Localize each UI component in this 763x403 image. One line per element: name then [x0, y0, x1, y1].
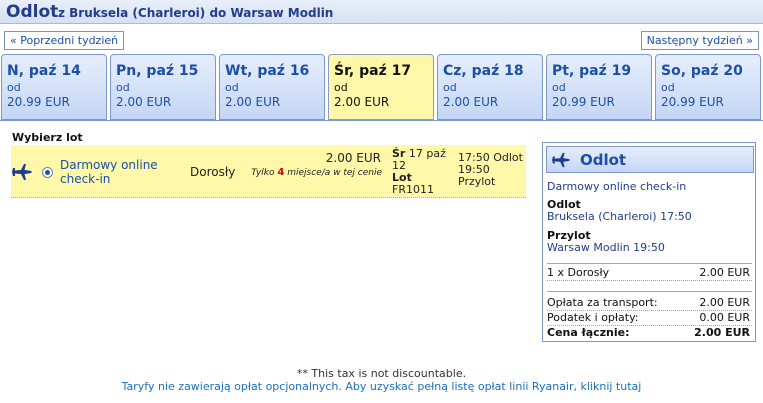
- day-tab-sat-20[interactable]: So, paź 20 od 20.99 EUR: [655, 54, 761, 120]
- summary-passenger-label: 1 x Dorosły: [547, 266, 610, 279]
- fare-type-label[interactable]: Darmowy online check-in: [60, 158, 180, 186]
- day-tab-price: 20.99 EUR: [661, 95, 724, 109]
- flight-row[interactable]: Darmowy online check-in Dorosły 2.00 EUR…: [11, 145, 526, 198]
- day-tab-label: Pn, paź 15: [116, 63, 199, 79]
- tax-label: Podatek i opłaty:: [547, 311, 639, 324]
- day-tab-price: 2.00 EUR: [334, 95, 390, 109]
- summary-total-row: Cena łącznie: 2.00 EUR: [547, 326, 752, 341]
- radio-selected-dot: [45, 170, 50, 175]
- fare-radio-button[interactable]: [42, 167, 53, 178]
- day-tab-fri-19[interactable]: Pt, paź 19 od 20.99 EUR: [546, 54, 652, 120]
- depart-label: Odlot: [493, 151, 523, 164]
- summary-transport-row: Opłata za transport: 2.00 EUR: [547, 296, 752, 311]
- arrive-label: Przylot: [458, 175, 496, 188]
- day-tab-price: 20.99 EUR: [552, 95, 615, 109]
- day-tab-from: od: [552, 81, 566, 94]
- day-tab-wed-17[interactable]: Śr, paź 17 od 2.00 EUR: [328, 54, 434, 120]
- day-tab-sun-14[interactable]: N, paź 14 od 20.99 EUR: [1, 54, 107, 120]
- airplane-icon: [552, 152, 570, 168]
- day-tab-mon-15[interactable]: Pn, paź 15 od 2.00 EUR: [110, 54, 216, 120]
- summary-divider: [547, 263, 752, 264]
- total-label: Cena łącznie:: [547, 326, 630, 339]
- day-tab-price: 2.00 EUR: [116, 95, 172, 109]
- page-title: Odlot: [6, 2, 59, 22]
- day-tab-from: od: [661, 81, 675, 94]
- day-tab-from: od: [116, 81, 130, 94]
- day-tab-price: 20.99 EUR: [7, 95, 70, 109]
- summary-divider: [547, 291, 752, 292]
- summary-depart-detail: Bruksela (Charleroi) 17:50: [547, 210, 692, 223]
- day-tab-from: od: [7, 81, 21, 94]
- flight-date-info: Śr 17 paź 12 Lot FR1011: [392, 148, 454, 196]
- choose-flight-heading: Wybierz lot: [12, 131, 83, 144]
- summary-tax-row: Podatek i opłaty: 0.00 EUR: [547, 311, 752, 326]
- flight-number: FR1011: [392, 183, 434, 196]
- summary-fare-type: Darmowy online check-in: [547, 180, 687, 193]
- day-tab-label: Wt, paź 16: [225, 63, 310, 79]
- tabs-baseline-divider: [0, 120, 763, 121]
- booking-summary-panel: Odlot Darmowy online check-in Odlot Bruk…: [542, 142, 756, 342]
- availability-suffix: miejsce/a w tej cenie: [287, 168, 382, 178]
- transport-fee-value: 2.00 EUR: [699, 296, 750, 309]
- day-tab-label: Śr, paź 17: [334, 63, 412, 79]
- route-title: z Bruksela (Charleroi) do Warsaw Modlin: [58, 6, 334, 20]
- flight-times: 17:50 Odlot 19:50 Przylot: [458, 152, 523, 188]
- page-header: Odlot z Bruksela (Charleroi) do Warsaw M…: [0, 0, 763, 24]
- availability-prefix: Tylko: [251, 168, 275, 178]
- day-tab-label: Cz, paź 18: [443, 63, 524, 79]
- day-tab-label: N, paź 14: [7, 63, 81, 79]
- day-tab-thu-18[interactable]: Cz, paź 18 od 2.00 EUR: [437, 54, 543, 120]
- summary-passenger-row: 1 x Dorosły 2.00 EUR: [547, 266, 752, 281]
- day-tab-from: od: [443, 81, 457, 94]
- previous-week-button[interactable]: « Poprzedni tydzień: [4, 31, 125, 50]
- fees-info-link[interactable]: Taryfy nie zawierają opłat opcjonalnych.…: [0, 380, 763, 393]
- summary-arrive-detail: Warsaw Modlin 19:50: [547, 241, 665, 254]
- transport-fee-label: Opłata za transport:: [547, 296, 658, 309]
- day-tab-price: 2.00 EUR: [225, 95, 281, 109]
- tax-value: 0.00 EUR: [699, 311, 750, 324]
- fare-price: 2.00 EUR: [325, 151, 381, 165]
- airplane-icon: [12, 164, 32, 180]
- passenger-type: Dorosły: [190, 165, 236, 179]
- summary-header: Odlot: [546, 146, 754, 173]
- day-tab-from: od: [225, 81, 239, 94]
- total-value: 2.00 EUR: [694, 326, 750, 339]
- seats-left-count: 4: [277, 167, 285, 178]
- day-tab-tue-16[interactable]: Wt, paź 16 od 2.00 EUR: [219, 54, 325, 120]
- day-tab-from: od: [334, 81, 348, 94]
- summary-title: Odlot: [580, 151, 627, 169]
- summary-passenger-price: 2.00 EUR: [699, 266, 750, 279]
- tax-footnote: ** This tax is not discountable.: [296, 367, 467, 380]
- day-tab-label: Pt, paź 19: [552, 63, 632, 79]
- day-tab-price: 2.00 EUR: [443, 95, 499, 109]
- seat-availability: Tylko 4 miejsce/a w tej cenie: [251, 167, 382, 179]
- next-week-button[interactable]: Następny tydzień »: [640, 31, 759, 50]
- day-tab-label: So, paź 20: [661, 63, 743, 79]
